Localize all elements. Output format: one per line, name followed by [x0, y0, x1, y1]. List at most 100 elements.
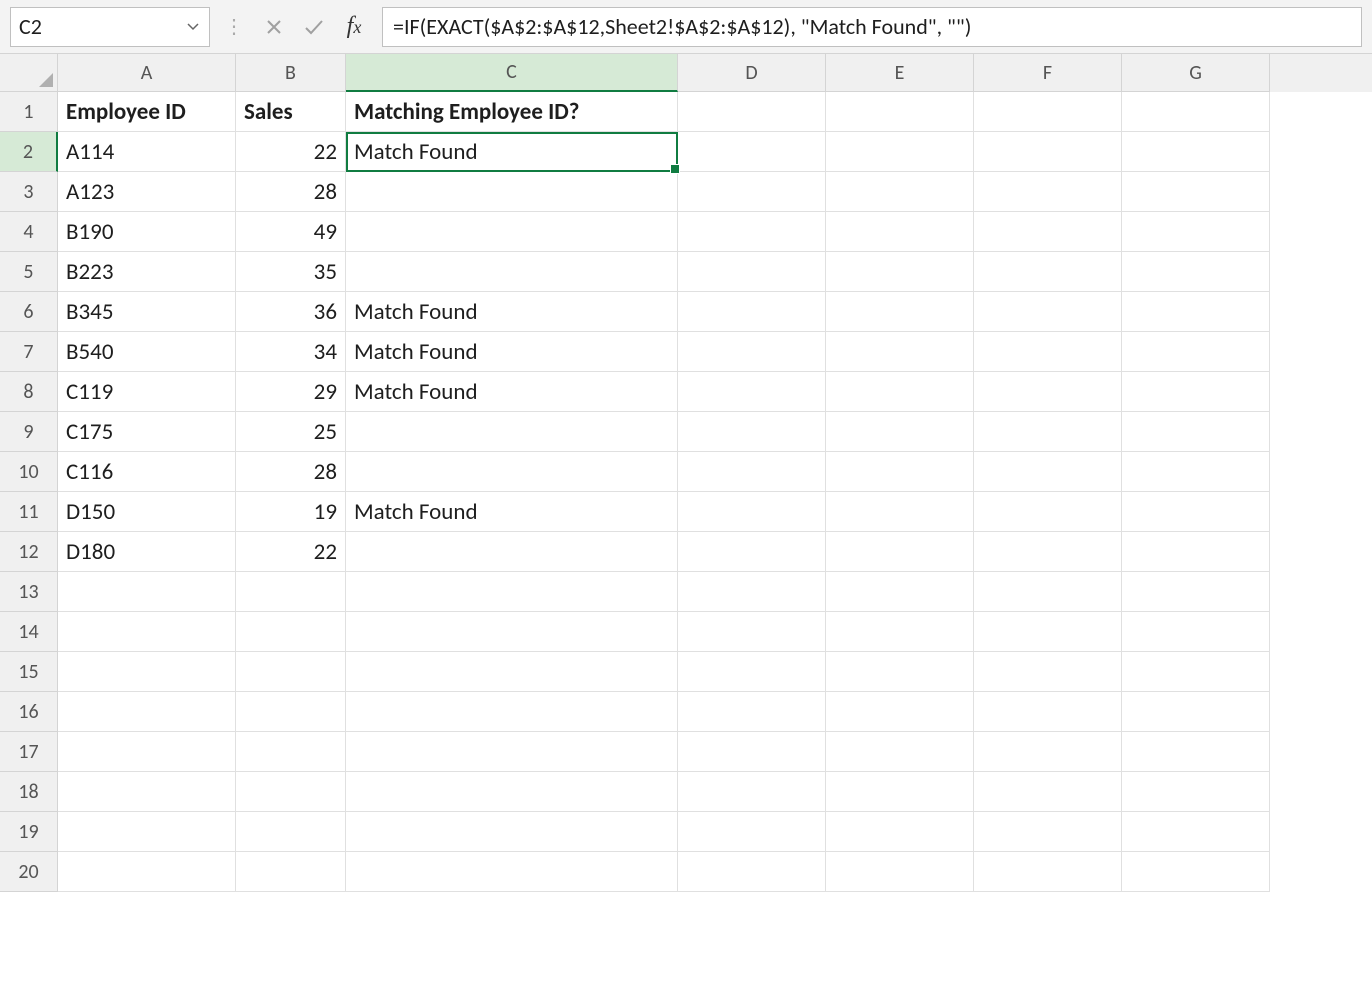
cell-E11[interactable]	[826, 492, 974, 532]
cell-A19[interactable]	[58, 812, 236, 852]
row-header-20[interactable]: 20	[0, 852, 58, 892]
column-header-E[interactable]: E	[826, 54, 974, 92]
column-header-G[interactable]: G	[1122, 54, 1270, 92]
cell-E5[interactable]	[826, 252, 974, 292]
cell-F3[interactable]	[974, 172, 1122, 212]
cell-F15[interactable]	[974, 652, 1122, 692]
cell-G10[interactable]	[1122, 452, 1270, 492]
cell-A17[interactable]	[58, 732, 236, 772]
cell-C5[interactable]	[346, 252, 678, 292]
cell-F4[interactable]	[974, 212, 1122, 252]
cell-A12[interactable]: D180	[58, 532, 236, 572]
cell-A9[interactable]: C175	[58, 412, 236, 452]
cell-F6[interactable]	[974, 292, 1122, 332]
cell-B4[interactable]: 49	[236, 212, 346, 252]
enter-icon[interactable]	[298, 7, 330, 47]
cell-B20[interactable]	[236, 852, 346, 892]
cell-G6[interactable]	[1122, 292, 1270, 332]
cell-G4[interactable]	[1122, 212, 1270, 252]
cell-G5[interactable]	[1122, 252, 1270, 292]
cell-D2[interactable]	[678, 132, 826, 172]
cell-G8[interactable]	[1122, 372, 1270, 412]
row-header-6[interactable]: 6	[0, 292, 58, 332]
cell-G2[interactable]	[1122, 132, 1270, 172]
select-all-corner[interactable]	[0, 54, 58, 92]
cell-B6[interactable]: 36	[236, 292, 346, 332]
cell-E15[interactable]	[826, 652, 974, 692]
row-header-13[interactable]: 13	[0, 572, 58, 612]
cell-D7[interactable]	[678, 332, 826, 372]
cell-F20[interactable]	[974, 852, 1122, 892]
cell-G16[interactable]	[1122, 692, 1270, 732]
cell-F11[interactable]	[974, 492, 1122, 532]
cell-C16[interactable]	[346, 692, 678, 732]
cell-E8[interactable]	[826, 372, 974, 412]
cell-A6[interactable]: B345	[58, 292, 236, 332]
cell-C14[interactable]	[346, 612, 678, 652]
cell-B15[interactable]	[236, 652, 346, 692]
cell-B13[interactable]	[236, 572, 346, 612]
cell-B16[interactable]	[236, 692, 346, 732]
name-box[interactable]: C2	[10, 7, 210, 47]
cell-E16[interactable]	[826, 692, 974, 732]
cell-B8[interactable]: 29	[236, 372, 346, 412]
cell-E13[interactable]	[826, 572, 974, 612]
cell-B17[interactable]	[236, 732, 346, 772]
cell-C15[interactable]	[346, 652, 678, 692]
row-header-3[interactable]: 3	[0, 172, 58, 212]
cell-D14[interactable]	[678, 612, 826, 652]
cell-G3[interactable]	[1122, 172, 1270, 212]
cell-C17[interactable]	[346, 732, 678, 772]
cell-C1[interactable]: Matching Employee ID?	[346, 92, 678, 132]
cell-B7[interactable]: 34	[236, 332, 346, 372]
cell-C4[interactable]	[346, 212, 678, 252]
cell-D19[interactable]	[678, 812, 826, 852]
cell-B10[interactable]: 28	[236, 452, 346, 492]
cell-E6[interactable]	[826, 292, 974, 332]
cancel-icon[interactable]	[258, 7, 290, 47]
row-header-9[interactable]: 9	[0, 412, 58, 452]
column-header-F[interactable]: F	[974, 54, 1122, 92]
cell-D1[interactable]	[678, 92, 826, 132]
cell-A13[interactable]	[58, 572, 236, 612]
cell-G13[interactable]	[1122, 572, 1270, 612]
cell-F2[interactable]	[974, 132, 1122, 172]
cell-F1[interactable]	[974, 92, 1122, 132]
cell-D10[interactable]	[678, 452, 826, 492]
cell-D8[interactable]	[678, 372, 826, 412]
cell-B11[interactable]: 19	[236, 492, 346, 532]
column-header-D[interactable]: D	[678, 54, 826, 92]
cell-C3[interactable]	[346, 172, 678, 212]
row-header-7[interactable]: 7	[0, 332, 58, 372]
cell-A20[interactable]	[58, 852, 236, 892]
cell-A18[interactable]	[58, 772, 236, 812]
cell-A4[interactable]: B190	[58, 212, 236, 252]
row-header-5[interactable]: 5	[0, 252, 58, 292]
cell-A11[interactable]: D150	[58, 492, 236, 532]
cell-D6[interactable]	[678, 292, 826, 332]
cell-E2[interactable]	[826, 132, 974, 172]
cell-B12[interactable]: 22	[236, 532, 346, 572]
cell-F8[interactable]	[974, 372, 1122, 412]
cell-F7[interactable]	[974, 332, 1122, 372]
cell-A2[interactable]: A114	[58, 132, 236, 172]
cell-F5[interactable]	[974, 252, 1122, 292]
cell-G18[interactable]	[1122, 772, 1270, 812]
cell-B18[interactable]	[236, 772, 346, 812]
row-header-18[interactable]: 18	[0, 772, 58, 812]
cell-C8[interactable]: Match Found	[346, 372, 678, 412]
row-header-2[interactable]: 2	[0, 132, 58, 172]
cell-C9[interactable]	[346, 412, 678, 452]
row-header-11[interactable]: 11	[0, 492, 58, 532]
cell-C20[interactable]	[346, 852, 678, 892]
cell-G9[interactable]	[1122, 412, 1270, 452]
cell-F12[interactable]	[974, 532, 1122, 572]
cell-B14[interactable]	[236, 612, 346, 652]
cell-D13[interactable]	[678, 572, 826, 612]
cell-E12[interactable]	[826, 532, 974, 572]
cell-F18[interactable]	[974, 772, 1122, 812]
cell-C7[interactable]: Match Found	[346, 332, 678, 372]
cell-A5[interactable]: B223	[58, 252, 236, 292]
column-header-A[interactable]: A	[58, 54, 236, 92]
cell-E19[interactable]	[826, 812, 974, 852]
